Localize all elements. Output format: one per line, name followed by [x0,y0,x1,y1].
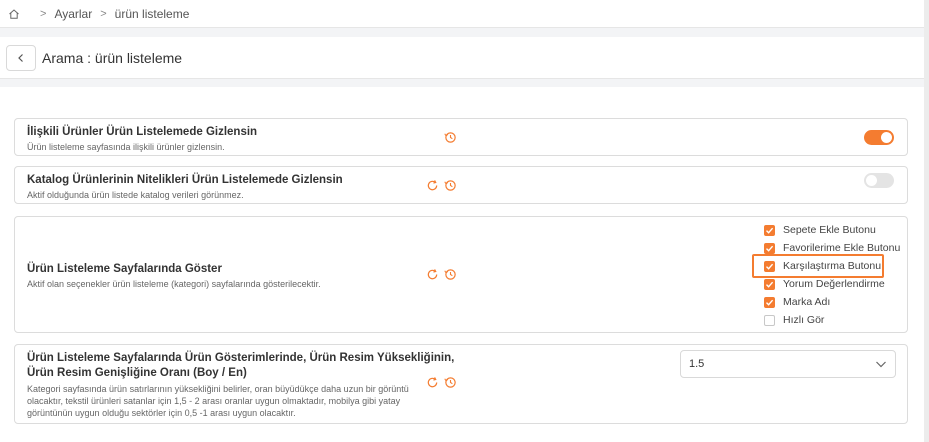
ratio-select[interactable]: 1.5 [680,350,896,378]
checkbox-label: Marka Adı [783,296,831,308]
chevron-right-icon: > [40,7,47,20]
setting-description-line1: Kategori sayfasında ürün satırlarının yü… [27,384,409,394]
setting-description-line3: görüntünün uygun olduğu sektörler için 0… [27,408,296,418]
setting-title: İlişkili Ürünler Ürün Listelemede Gizlen… [27,126,258,138]
checkbox-marka-adi[interactable]: Marka Adı [764,295,830,309]
checkbox-checked-icon[interactable] [764,278,775,290]
checkbox-unchecked-icon[interactable] [764,314,775,326]
setting-description: Aktif olan seçenekler ürün listeleme (ka… [27,279,321,289]
setting-description: Ürün listeleme sayfasında ilişkili ürünl… [27,142,225,152]
chevron-left-icon [18,54,23,62]
toggle-switch[interactable] [864,173,894,188]
setting-title-line1: Ürün Listeleme Sayfalarında Ürün Gösteri… [27,352,455,364]
select-value: 1.5 [689,358,705,370]
checkbox-yorum-degerlendirme[interactable]: Yorum Değerlendirme [764,277,885,291]
checkbox-sepete-ekle[interactable]: Sepete Ekle Butonu [764,223,876,237]
chevron-right-icon: > [100,7,107,20]
page-title: Arama : ürün listeleme [42,50,183,66]
scrollbar[interactable] [924,0,929,442]
setting-card-catalog-attributes: Katalog Ürünlerinin Nitelikleri Ürün Lis… [14,166,908,204]
checkbox-label: Hızlı Gör [783,314,825,326]
setting-title: Katalog Ürünlerinin Nitelikleri Ürün Lis… [27,174,343,186]
checkbox-label: Yorum Değerlendirme [783,278,885,290]
setting-description: Aktif olduğunda ürün listede katalog ver… [27,190,244,200]
back-button[interactable] [6,45,36,71]
breadcrumb-item-ayarlar[interactable]: Ayarlar [54,7,92,21]
checkbox-checked-icon[interactable] [764,242,775,254]
checkbox-hizli-gor[interactable]: Hızlı Gör [764,313,824,327]
setting-description-line2: olacaktır, tekstil ürünleri satanlar içi… [27,396,401,406]
page-header: Arama : ürün listeleme [0,37,924,79]
toggle-knob [866,175,877,186]
checkbox-checked-icon[interactable] [764,224,775,236]
home-icon[interactable] [8,8,20,20]
checkbox-label: Sepete Ekle Butonu [783,224,876,236]
toggle-knob [881,132,892,143]
history-icon[interactable] [444,131,457,144]
reset-icon[interactable] [426,268,439,281]
toggle-switch[interactable] [864,130,894,145]
history-icon[interactable] [444,376,457,389]
setting-title: Ürün Listeleme Sayfalarında Göster [27,263,222,275]
reset-icon[interactable] [426,376,439,389]
chevron-down-icon [876,361,886,368]
setting-card-image-ratio: Ürün Listeleme Sayfalarında Ürün Gösteri… [14,344,908,424]
checkbox-favorilerime-ekle[interactable]: Favorilerime Ekle Butonu [764,241,900,255]
reset-icon[interactable] [426,179,439,192]
history-icon[interactable] [444,268,457,281]
checkbox-checked-icon[interactable] [764,296,775,308]
history-icon[interactable] [444,179,457,192]
breadcrumb-item-current: ürün listeleme [114,6,190,21]
settings-panel: İlişkili Ürünler Ürün Listelemede Gizlen… [0,87,924,442]
breadcrumb: > Ayarlar > ürün listeleme [0,0,924,28]
setting-title-line2: Ürün Resim Genişliğine Oranı (Boy / En) [27,367,247,379]
setting-card-related-products: İlişkili Ürünler Ürün Listelemede Gizlen… [14,118,908,156]
checkbox-label: Favorilerime Ekle Butonu [783,242,901,254]
highlight-box [752,254,884,278]
